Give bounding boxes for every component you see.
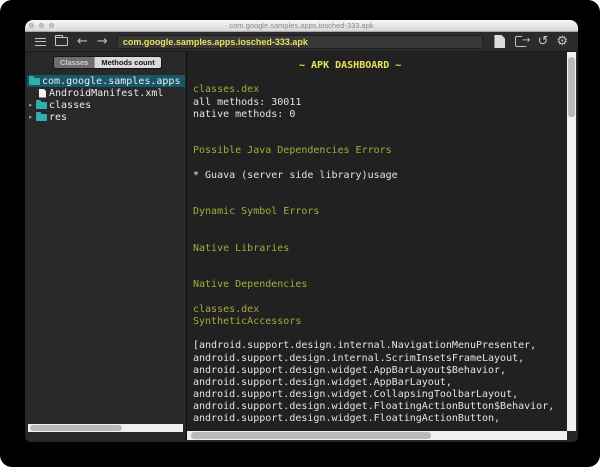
console-line: classes.dex	[193, 84, 260, 96]
console-line: android.support.design.widget.FloatingAc…	[193, 401, 555, 413]
console-line: [android.support.design.internal.Navigat…	[193, 340, 537, 352]
tab-methods-count[interactable]: Methods count	[94, 57, 161, 68]
content-horizontal-scrollbar[interactable]	[187, 431, 567, 440]
document-icon[interactable]	[494, 35, 506, 48]
history-icon[interactable]: ↺	[537, 35, 548, 48]
tree-item[interactable]: ▸ classes	[27, 99, 185, 111]
console-output: ~ APK DASHBOARD ~ classes.dex all methods…	[187, 52, 567, 431]
console-line: android.support.design.widget.AppBarLayo…	[193, 376, 452, 388]
minimize-button[interactable]	[39, 23, 44, 28]
zoom-button[interactable]	[49, 23, 54, 28]
console-line: all methods: 30011	[193, 96, 302, 108]
view-tabs: Classes Methods count	[53, 56, 162, 69]
expand-arrow-icon[interactable]: ▸	[29, 113, 36, 121]
tree-item-label: classes	[49, 99, 92, 111]
tree-item-label: res	[49, 111, 68, 123]
back-icon[interactable]: ←	[77, 35, 88, 48]
console-line: android.support.design.widget.Collapsing…	[193, 389, 519, 401]
toolbar: ← → com.google.samples.apps.iosched-333.…	[25, 32, 578, 52]
folder-icon	[29, 75, 40, 85]
console-line: Dynamic Symbol Errors	[193, 206, 320, 218]
sidebar-horizontal-scrollbar[interactable]	[28, 424, 183, 432]
window-controls	[29, 23, 54, 28]
console-line: native methods: 0	[193, 108, 296, 120]
folder-icon	[36, 111, 47, 121]
scrollbar-thumb[interactable]	[30, 425, 122, 431]
open-folder-icon[interactable]	[54, 34, 68, 46]
close-button[interactable]	[29, 23, 34, 28]
scrollbar-corner	[567, 431, 576, 440]
settings-icon[interactable]: ⚙	[556, 35, 568, 48]
console-line: * Guava (server side library)usage	[193, 169, 398, 181]
folder-icon	[36, 99, 47, 109]
tab-classes[interactable]: Classes	[54, 57, 95, 68]
console-line: ~ APK DASHBOARD ~	[299, 60, 402, 71]
apk-path-input[interactable]: com.google.samples.apps.iosched-333.apk	[116, 34, 484, 49]
console-line: Native Libraries	[193, 242, 290, 254]
sidebar: Classes Methods count com.google.samples…	[27, 52, 185, 440]
titlebar[interactable]: com.google.samples.apps.iosched-333.apk	[25, 20, 578, 32]
console-line: android.support.design.widget.FloatingAc…	[193, 413, 501, 425]
menu-icon[interactable]	[35, 37, 46, 46]
app-window: com.google.samples.apps.iosched-333.apk …	[25, 20, 578, 442]
expand-arrow-icon[interactable]: ▸	[29, 101, 36, 109]
scrollbar-thumb[interactable]	[191, 432, 431, 439]
scrollbar-thumb[interactable]	[568, 57, 575, 117]
console-line: android.support.design.internal.ScrimIns…	[193, 352, 525, 364]
tree-item[interactable]: com.google.samples.apps	[27, 75, 185, 87]
console-line: SyntheticAccessors	[193, 315, 302, 327]
tree-item-label: AndroidManifest.xml	[49, 87, 164, 99]
tree-item[interactable]: ▸ res	[27, 111, 185, 123]
console-line: android.support.design.widget.AppBarLayo…	[193, 364, 507, 376]
tree-item-label: com.google.samples.apps	[42, 75, 181, 87]
file-tree: com.google.samples.apps AndroidManifest.x…	[27, 75, 185, 123]
console-line: classes.dex	[193, 303, 260, 315]
window-title: com.google.samples.apps.iosched-333.apk	[229, 21, 374, 30]
file-icon	[39, 88, 46, 98]
console-line: Possible Java Dependencies Errors	[193, 145, 392, 157]
console-line: Native Dependencies	[193, 279, 308, 291]
export-icon[interactable]	[515, 35, 531, 47]
app-frame: com.google.samples.apps.iosched-333.apk …	[0, 0, 600, 467]
vertical-scrollbar[interactable]	[567, 52, 576, 431]
forward-icon[interactable]: →	[97, 35, 108, 48]
tree-item[interactable]: AndroidManifest.xml	[27, 87, 185, 99]
dashboard-pane: ~ APK DASHBOARD ~ classes.dex all methods…	[186, 52, 576, 440]
